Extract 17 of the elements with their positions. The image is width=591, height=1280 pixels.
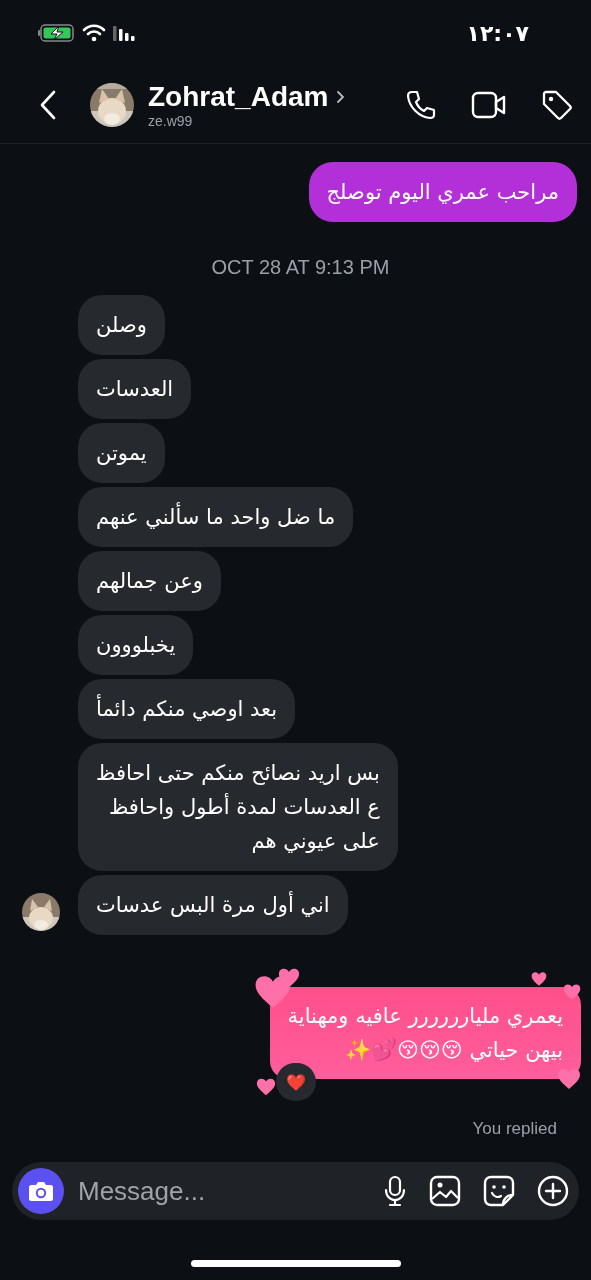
username: ze.w99 (148, 112, 194, 129)
received-message: اني أول مرة البس عدسات (78, 875, 348, 935)
timestamp: OCT 28 AT 9:13 PM (211, 256, 390, 279)
message-field[interactable]: Message... (64, 1175, 383, 1207)
received-message: بس اريد نصائح منكم حتى احافظ ع العدسات لمدة أطول واحافظ على عيوني هم (78, 743, 398, 871)
reply-note: You replied (472, 1119, 557, 1139)
received-message: وصلن (78, 295, 165, 355)
received-message: العدسات (78, 359, 192, 419)
status-time: ١٢:٠٧ (466, 20, 529, 46)
received-message: يموتن (78, 423, 165, 483)
message-bar[interactable]: Message... (12, 1162, 579, 1220)
received-message: يخبلووون (78, 615, 194, 675)
sent-message: مراحب عمري اليوم توصلج (308, 162, 577, 222)
contact-name[interactable]: Zohrat_Adam (148, 80, 329, 113)
received-message: بعد اوصي منكم دائمأ (78, 679, 296, 739)
received-message: ما ضل واحد ما سألني عنهم (78, 487, 354, 547)
received-message: وعن جمالهم (78, 551, 221, 611)
